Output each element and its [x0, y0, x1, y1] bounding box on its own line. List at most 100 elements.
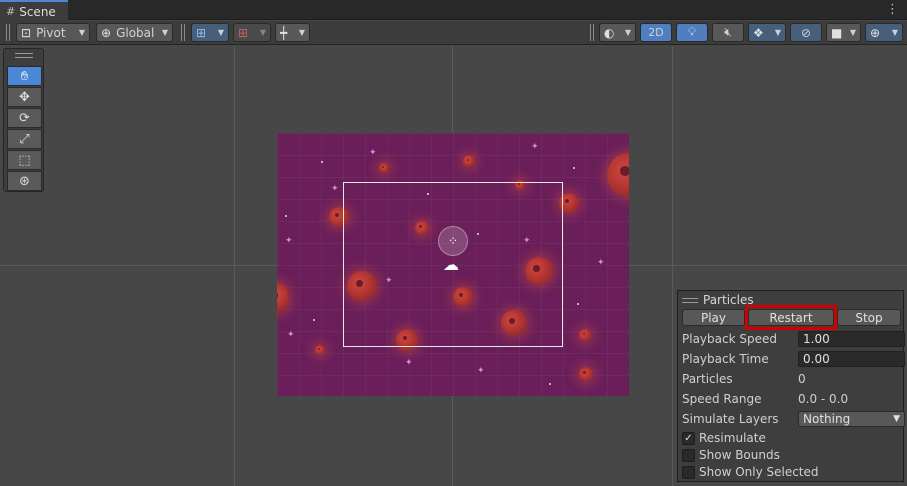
global-dropdown[interactable]: ⊕ Global ▼ [96, 23, 173, 42]
particles-count-row: Particles 0 [682, 371, 905, 387]
scale-icon: ⤢ [19, 131, 30, 147]
asteroid-sprite [315, 345, 325, 355]
ruler-dropdown[interactable]: ┿ ▼ [275, 23, 310, 42]
playback-speed-row: Playback Speed 1.00 [682, 331, 905, 347]
increment-snap-toggle[interactable]: ⊞ ▼ [233, 23, 271, 42]
dust-particle [573, 167, 575, 169]
audio-toggle[interactable]: 🔇︎ [712, 23, 744, 42]
mode-2d-toggle[interactable]: 2D [640, 23, 672, 42]
checkbox-empty-icon [682, 465, 695, 479]
star-sprite: ✦ [597, 258, 605, 268]
play-button-label: Play [700, 310, 727, 325]
resimulate-label: Resimulate [699, 431, 766, 445]
dust-particle [285, 215, 287, 217]
particles-panel-title: Particles [703, 293, 754, 307]
pivot-dropdown[interactable]: ⊡ Pivot ▼ [16, 23, 90, 42]
global-label: Global [116, 25, 155, 40]
playback-time-row: Playback Time 0.00 [682, 351, 905, 367]
chevron-down-icon: ▼ [78, 28, 85, 37]
speed-range-value: 0.0 - 0.0 [798, 392, 849, 406]
star-sprite: ✦ [405, 358, 413, 368]
playback-time-input[interactable]: 0.00 [798, 351, 905, 367]
lighting-toggle[interactable]: 💡︎ [676, 23, 708, 42]
particles-count-label: Particles [682, 372, 733, 386]
dust-particle [313, 319, 315, 321]
mode-2d-label: 2D [648, 26, 664, 39]
simulate-layers-dropdown[interactable]: Nothing ▼ [798, 411, 905, 427]
globe-icon: ⊕ [101, 25, 112, 40]
gizmos-dropdown[interactable]: ⊕ ▼ [865, 23, 903, 42]
rotate-icon: ⟳ [19, 110, 30, 126]
particle-emitter-icon[interactable]: ⁘ [438, 226, 468, 256]
show-only-selected-label: Show Only Selected [699, 465, 819, 479]
asteroid-sprite [607, 153, 629, 197]
toolbar-grip[interactable] [590, 24, 594, 41]
eye-slash-icon: ⊘ [800, 25, 812, 40]
chevron-down-icon: ▼ [217, 28, 224, 37]
shading-sphere-icon: ◐ [604, 25, 615, 40]
tab-scene-label: Scene [19, 4, 56, 19]
star-sprite: ✦ [369, 148, 377, 158]
move-tool-button[interactable]: ✥ [7, 87, 42, 107]
chevron-down-icon: ▼ [161, 28, 168, 37]
toolbar-grip[interactable] [181, 24, 185, 41]
simulate-layers-value: Nothing [803, 412, 851, 426]
camera-dropdown[interactable]: ■ ▼ [826, 23, 861, 42]
asteroid-sprite [579, 367, 593, 381]
asteroid-sprite [463, 155, 475, 167]
asteroid-sprite [277, 283, 289, 313]
hand-icon: ✋︎ [20, 68, 29, 84]
show-only-selected-checkbox[interactable]: Show Only Selected [682, 465, 819, 479]
camera-icon: ■ [831, 25, 843, 40]
transform-icon: ⊛ [19, 173, 30, 189]
transform-tool-button[interactable]: ⊛ [7, 171, 42, 191]
palette-grip[interactable] [15, 53, 33, 58]
resimulate-checkbox[interactable]: ✓ Resimulate [682, 431, 766, 445]
chevron-down-icon: ▼ [624, 28, 631, 37]
grid-snap-icon: ⊞ [196, 25, 207, 40]
rect-tool-button[interactable]: ⬚ [7, 150, 42, 170]
draw-mode-dropdown[interactable]: ◐ ▼ [599, 23, 636, 42]
rotate-tool-button[interactable]: ⟳ [7, 108, 42, 128]
show-bounds-label: Show Bounds [699, 448, 780, 462]
lightbulb-icon: 💡︎ [687, 25, 697, 39]
show-bounds-checkbox[interactable]: Show Bounds [682, 448, 780, 462]
restart-button-label: Restart [769, 310, 813, 325]
grid-snap-toggle[interactable]: ⊞ ▼ [191, 23, 229, 42]
grid-line [672, 46, 673, 486]
speed-range-row: Speed Range 0.0 - 0.0 [682, 391, 905, 407]
checkbox-empty-icon [682, 448, 695, 462]
scale-tool-button[interactable]: ⤢ [7, 129, 42, 149]
star-sprite: ✦ [287, 330, 295, 340]
chevron-down-icon: ▼ [893, 414, 900, 424]
checkmark-icon: ✓ [682, 431, 695, 445]
ruler-icon: ┿ [280, 25, 288, 40]
star-sprite: ✦ [531, 142, 539, 152]
scene-visibility-toggle[interactable]: ⊘ [790, 23, 822, 42]
grid-line [234, 46, 235, 486]
hand-tool-button[interactable]: ✋︎ [7, 66, 42, 86]
asteroid-sprite [379, 163, 389, 173]
tool-palette: ✋︎ ✥ ⟳ ⤢ ⬚ ⊛ [3, 48, 44, 192]
effects-dropdown[interactable]: ❖ ▼ [748, 23, 786, 42]
stop-button-label: Stop [855, 310, 883, 325]
particles-panel-header[interactable]: Particles [682, 293, 754, 307]
restart-button[interactable]: Restart [748, 309, 834, 326]
play-button[interactable]: Play [682, 309, 745, 326]
tab-scene[interactable]: # Scene [0, 0, 68, 21]
chevron-down-icon: ▼ [774, 28, 781, 37]
panel-grip-icon [682, 297, 698, 303]
speed-range-label: Speed Range [682, 392, 762, 406]
more-options-icon[interactable]: ⋮ [886, 2, 899, 17]
toolbar-grip[interactable] [6, 24, 10, 41]
camera-gizmo-icon[interactable]: ☁ [443, 255, 459, 274]
star-sprite: ✦ [285, 236, 293, 246]
stop-button[interactable]: Stop [837, 309, 901, 326]
particles-overlay-panel: Particles Play Restart Stop Playback Spe… [677, 290, 905, 482]
gizmos-globe-icon: ⊕ [870, 25, 881, 40]
chevron-down-icon: ▼ [849, 28, 856, 37]
chevron-down-icon: ▼ [298, 28, 305, 37]
playback-speed-input[interactable]: 1.00 [798, 331, 905, 347]
playback-time-label: Playback Time [682, 352, 769, 366]
dust-particle [577, 303, 579, 305]
